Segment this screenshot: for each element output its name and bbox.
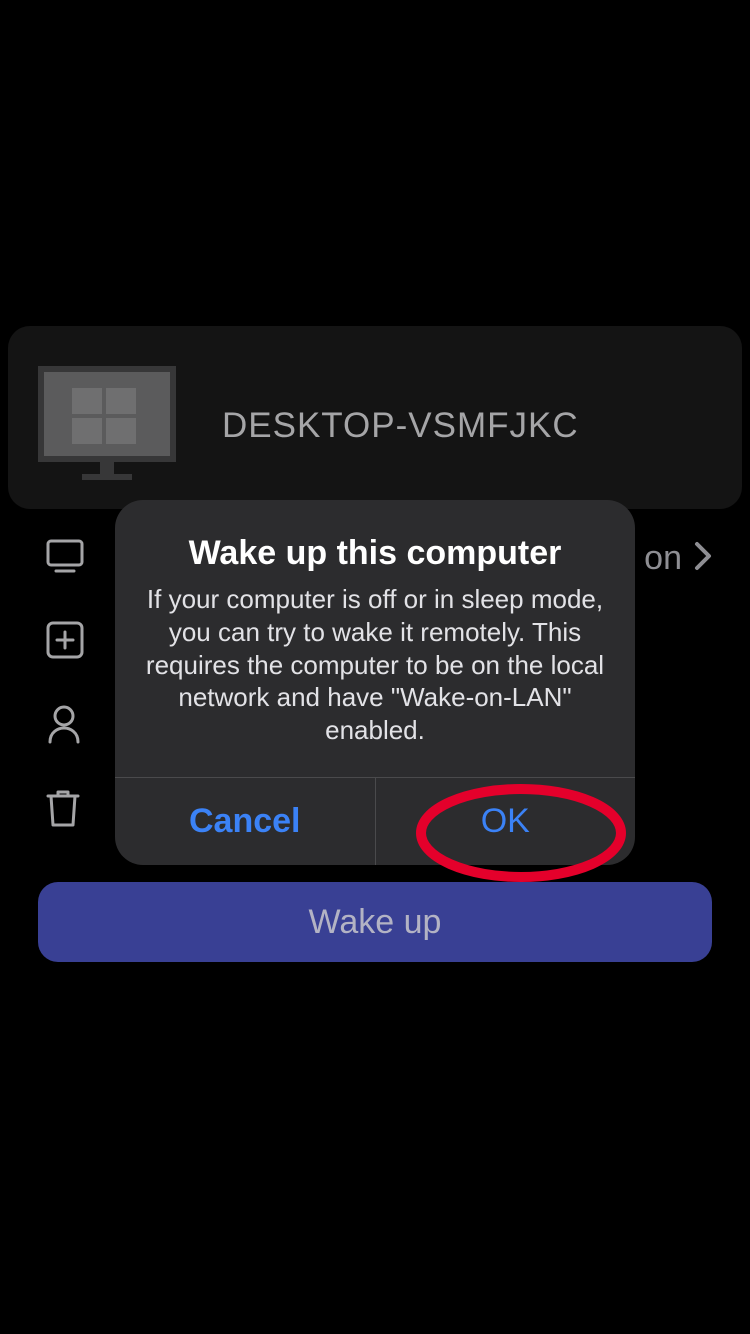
cancel-button-label: Cancel	[189, 802, 301, 841]
dialog-button-row: Cancel OK	[115, 777, 635, 865]
card-header: DESKTOP-VSMFJKC	[38, 366, 712, 485]
cancel-button[interactable]: Cancel	[115, 778, 375, 865]
monitor-icon	[38, 366, 176, 485]
dialog-title: Wake up this computer	[141, 534, 609, 573]
wake-up-button[interactable]: Wake up	[38, 882, 712, 962]
option-trailing: on	[644, 539, 712, 578]
trash-icon	[46, 788, 102, 833]
wake-up-button-label: Wake up	[309, 903, 442, 942]
option-trailing-text: on	[644, 539, 682, 578]
wake-up-dialog: Wake up this computer If your computer i…	[115, 500, 635, 865]
dialog-content: Wake up this computer If your computer i…	[115, 500, 635, 777]
ok-button[interactable]: OK	[375, 778, 636, 865]
computer-detail-card: DESKTOP-VSMFJKC on	[8, 326, 742, 509]
dialog-message: If your computer is off or in sleep mode…	[141, 583, 609, 747]
plus-square-icon	[46, 621, 102, 664]
ok-button-label: OK	[481, 802, 530, 841]
display-icon	[46, 539, 102, 578]
user-icon	[46, 704, 102, 749]
computer-name-label: DESKTOP-VSMFJKC	[222, 406, 579, 446]
chevron-right-icon	[694, 541, 712, 576]
